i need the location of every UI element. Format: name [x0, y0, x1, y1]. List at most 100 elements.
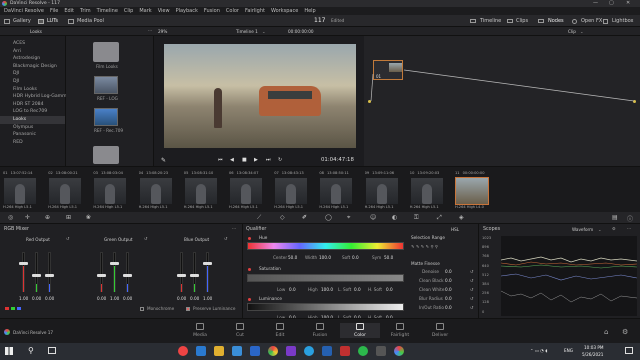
more-options-icon[interactable]: ··· [627, 226, 631, 231]
mixer-value[interactable]: 1.00 [19, 296, 28, 301]
mixer-value[interactable]: 0.00 [45, 296, 54, 301]
pen-tool-icon[interactable]: ✎ [161, 157, 166, 164]
lut-tree-item[interactable]: Astrodesign [0, 55, 65, 63]
reset-icon[interactable]: ↺ [144, 236, 148, 241]
saturation-lsoft-value[interactable]: 0.0 [354, 287, 361, 292]
luminance-range-bar[interactable] [247, 303, 404, 311]
clock-date[interactable]: 5/26/2021 [582, 352, 603, 357]
qualifier-mode[interactable]: HSL [451, 227, 459, 232]
clip-thumbnail[interactable]: 01 13:07:52:14 H.264 High L5.1 [3, 171, 37, 211]
reset-icon[interactable]: ↺ [470, 278, 474, 283]
window-icon[interactable]: ◯ [325, 214, 332, 221]
mixer-slider-knob[interactable] [190, 274, 199, 277]
menu-timeline[interactable]: Timeline [97, 8, 118, 14]
taskbar-app-icon[interactable] [214, 346, 224, 356]
page-tab-fusion[interactable]: Fusion [300, 323, 340, 338]
matte-finesse-value[interactable]: 0.0 [445, 305, 452, 310]
task-view-icon[interactable] [48, 347, 56, 354]
timeline-selector[interactable]: Timeline 1 [236, 29, 258, 34]
minimize-button[interactable]: — [593, 0, 598, 6]
lut-tree-item[interactable]: HDR Hybrid Log-Gamma [0, 93, 69, 101]
3d-icon[interactable]: ◈ [459, 214, 464, 221]
mixer-slider-knob[interactable] [45, 274, 54, 277]
saturation-enabled-dot[interactable] [248, 268, 251, 271]
notification-icon[interactable] [625, 347, 633, 354]
monochrome-checkbox[interactable] [140, 307, 144, 311]
lut-tree-item[interactable]: Olympus [0, 124, 65, 132]
page-tab-color[interactable]: Color [340, 323, 380, 338]
lut-tree-item[interactable]: Film Looks [0, 86, 65, 94]
clip-thumbnail[interactable]: 06 13:08:34:07 H.264 High L5.1 [229, 171, 263, 211]
clip-thumbnail[interactable]: 09 13:09:11:06 H.264 High L5.1 [365, 171, 399, 211]
lut-tree-item[interactable]: DJI [0, 78, 65, 86]
blur-icon[interactable]: ◐ [392, 214, 397, 221]
reset-icon[interactable]: ↺ [470, 305, 474, 310]
luminance-enabled-dot[interactable] [248, 298, 251, 301]
saturation-range-bar[interactable] [247, 274, 404, 282]
info-icon[interactable]: ⓘ [627, 214, 633, 223]
lut-tree-item[interactable]: Looks [0, 115, 65, 124]
hue-width-value[interactable]: 100.0 [319, 255, 331, 260]
reset-icon[interactable]: ↺ [470, 287, 474, 292]
clip-thumbnail[interactable]: 08 13:08:50:11 H.264 High L5.1 [319, 171, 353, 211]
mixer-value[interactable]: 0.00 [123, 296, 132, 301]
taskbar-app-icon[interactable] [250, 346, 260, 356]
viewer-image[interactable] [164, 44, 356, 148]
taskbar-app-icon[interactable] [196, 346, 206, 356]
home-icon[interactable]: ⌂ [604, 328, 608, 336]
sizing-icon[interactable]: ⤢ [437, 214, 442, 222]
more-options-icon[interactable]: ··· [232, 226, 236, 231]
page-tab-media[interactable]: Media [180, 323, 220, 338]
scopes-toggle-icon[interactable]: ▤ [612, 214, 618, 221]
menu-clip[interactable]: Clip [124, 8, 133, 14]
taskbar-app-icon[interactable] [340, 346, 350, 356]
open-fx-button[interactable]: Open FX [581, 18, 602, 24]
menu-playback[interactable]: Playback [176, 8, 198, 14]
mixer-slider-knob[interactable] [110, 262, 119, 265]
magic-mask-icon[interactable]: ☺ [370, 214, 376, 221]
luts-button[interactable]: LUTs [47, 18, 58, 24]
hue-soft-value[interactable]: 0.0 [352, 255, 359, 260]
curves-icon[interactable]: ⟋ [257, 214, 261, 222]
menu-edit[interactable]: Edit [64, 8, 74, 14]
lut-tree-item[interactable]: Arri [0, 48, 65, 56]
clip-thumbnail[interactable]: 04 13:08:20:23 H.264 High L5.1 [139, 171, 173, 211]
project-settings-icon[interactable]: ⚙ [622, 328, 628, 336]
rgb-mixer-icon[interactable]: ⊞ [66, 214, 71, 221]
mixer-value[interactable]: 0.00 [32, 296, 41, 301]
hue-enabled-dot[interactable] [248, 237, 251, 240]
hue-range-bar[interactable] [247, 242, 404, 250]
hue-center-value[interactable]: 50.0 [288, 255, 297, 260]
hue-sym-value[interactable]: 50.0 [384, 255, 393, 260]
node-mode-selector[interactable]: Clip [568, 29, 576, 34]
whatsapp-icon[interactable] [358, 346, 368, 356]
loop-icon[interactable]: ↻ [278, 157, 282, 163]
mixer-slider-knob[interactable] [203, 262, 212, 265]
mixer-value[interactable]: 1.00 [110, 296, 119, 301]
close-button[interactable]: ✕ [626, 0, 630, 6]
hdr-icon[interactable]: ⊕ [45, 214, 50, 221]
gallery-button[interactable]: Gallery [13, 18, 31, 24]
scope-settings-icon[interactable]: ⚙ [612, 226, 616, 231]
reset-icon[interactable]: ↺ [66, 236, 70, 241]
qualifier-icon[interactable]: ✐ [302, 214, 307, 221]
menu-fusion[interactable]: Fusion [204, 8, 220, 14]
maximize-button[interactable]: ▢ [609, 0, 614, 6]
panel-options-icon[interactable]: ··· [148, 28, 152, 33]
skip-end-icon[interactable]: ⏭ [266, 157, 271, 163]
page-tab-deliver[interactable]: Deliver [420, 323, 460, 338]
media-pool-button[interactable]: Media Pool [77, 18, 104, 24]
menu-trim[interactable]: Trim [80, 8, 91, 14]
menu-davinci[interactable]: DaVinci Resolve [4, 8, 44, 14]
mixer-slider-knob[interactable] [177, 274, 186, 277]
taskbar-app-icon[interactable] [322, 346, 332, 356]
mixer-value[interactable]: 0.00 [97, 296, 106, 301]
menu-mark[interactable]: Mark [139, 8, 151, 14]
lut-tree-item[interactable]: DJI [0, 70, 65, 78]
clip-thumbnail[interactable]: 02 13:08:00:21 H.264 High L5.1 [48, 171, 82, 211]
page-tab-cut[interactable]: Cut [220, 323, 260, 338]
taskbar-app-icon[interactable] [376, 346, 386, 356]
menu-file[interactable]: File [50, 8, 58, 14]
lightbox-button[interactable]: Lightbox [612, 18, 634, 24]
matte-finesse-value[interactable]: 0.0 [445, 269, 452, 274]
